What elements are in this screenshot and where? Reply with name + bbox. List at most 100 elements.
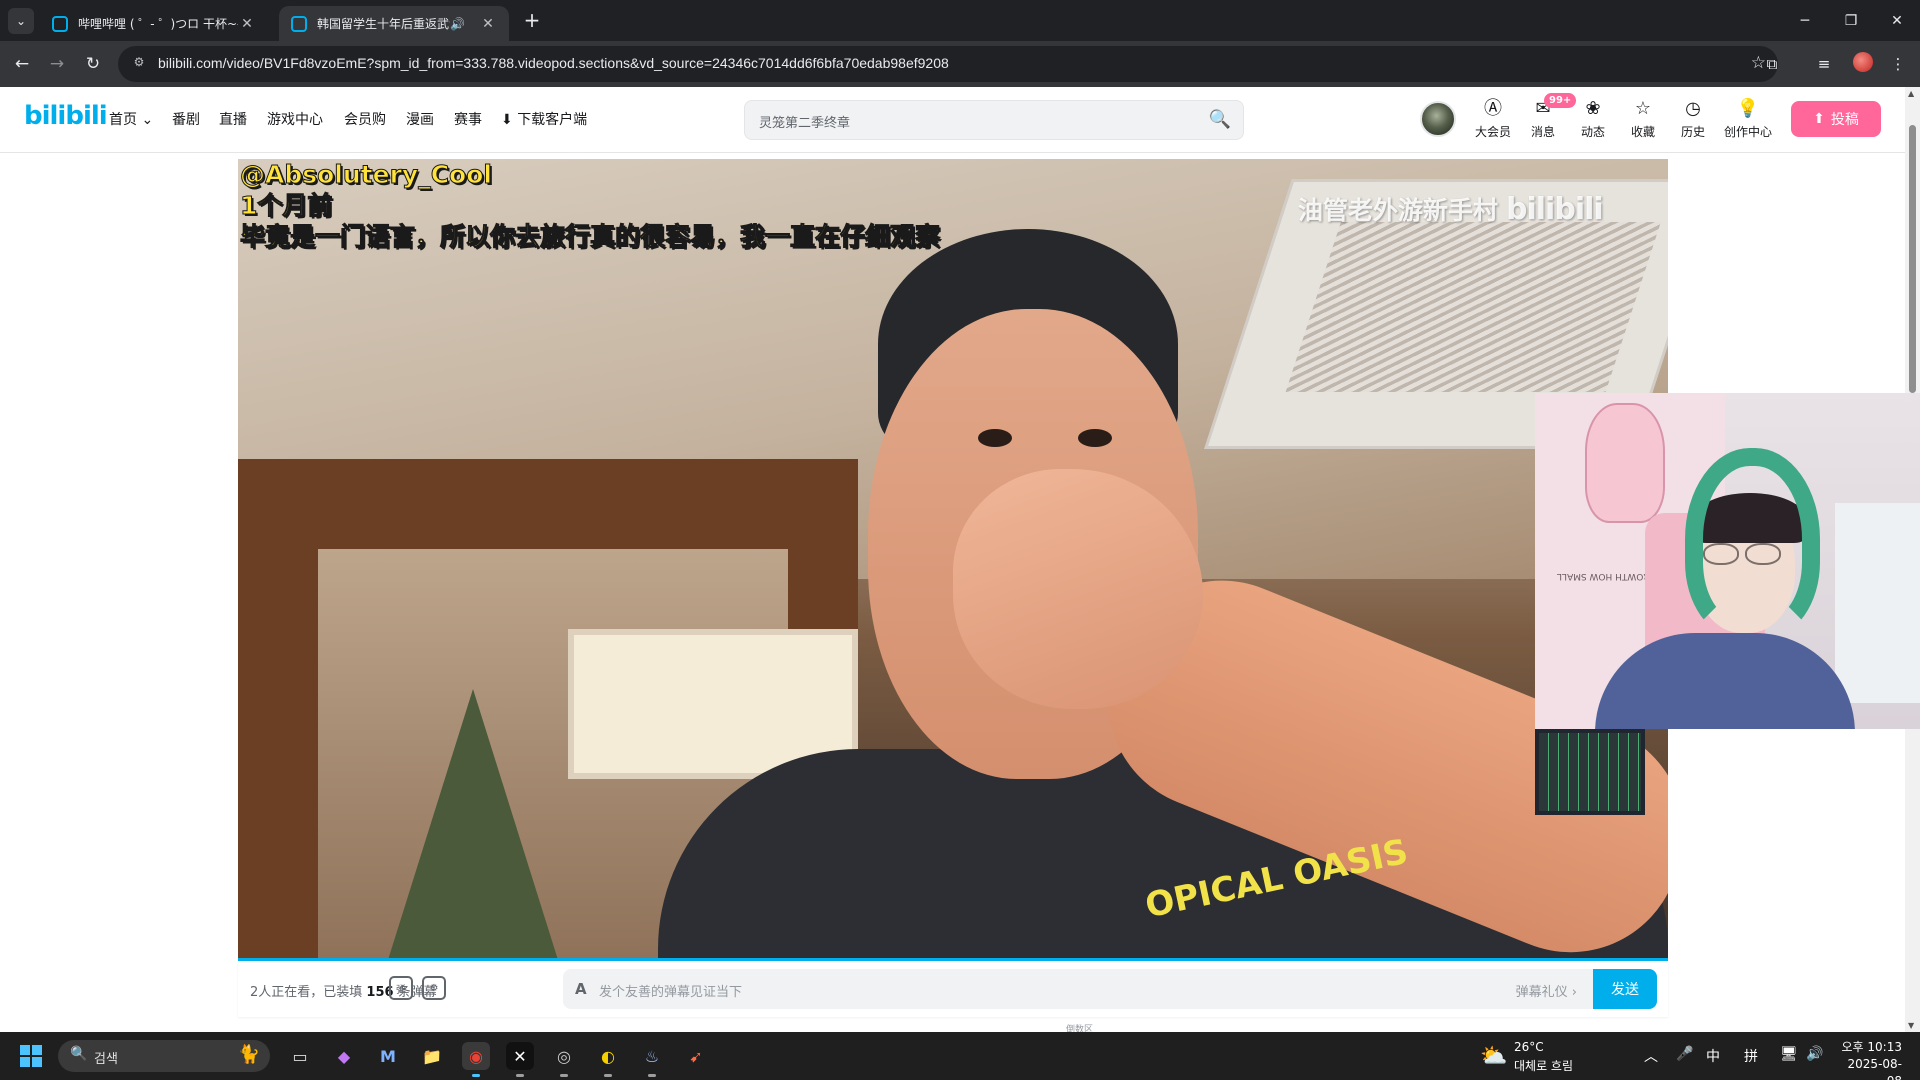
nav-download-client[interactable]: ⬇ 下载客户端 [501,109,587,129]
danmaku-placeholder: 发个友善的弹幕见证当下 [599,985,743,1000]
capcut-icon[interactable]: ✕ [506,1042,534,1070]
search-icon[interactable]: 🔍 [1209,109,1231,130]
video-subtitle: @Absolutery_Cool 1个月前 毕竟是一门语言，所以你去旅行真的很容… [239,159,941,252]
address-bar[interactable]: ⚙ bilibili.com/video/BV1Fd8vzoEmE?spm_id… [118,46,1778,82]
nav-esports[interactable]: 赛事 [454,109,482,129]
ime-chinese-icon[interactable]: 中 [1706,1046,1720,1066]
download-icon: ⬇ [501,112,513,128]
subtitle-line: @Absolutery_Cool [239,160,492,190]
header-creator-center[interactable]: 💡 创作中心 [1720,99,1776,140]
bilibili-logo[interactable]: bilibili [24,101,108,131]
danmaku-send-button[interactable]: 发送 [1593,969,1657,1009]
nav-manga[interactable]: 漫画 [406,109,434,129]
bilibili-tab-icon [291,15,307,32]
nav-anime[interactable]: 番剧 [172,109,200,129]
app-red-icon[interactable]: ➹ [682,1042,710,1070]
nav-game-center[interactable]: 游戏中心 [267,109,323,129]
minimize-button[interactable]: ─ [1782,0,1828,41]
taskbar-search[interactable]: 🔍 검색 🐈 [58,1040,270,1072]
m365-icon[interactable]: M [374,1042,402,1070]
subtitle-line: 1个月前 [239,191,333,221]
header-vip[interactable]: Ⓐ 大会员 [1468,99,1518,140]
windows-start-icon[interactable] [20,1045,42,1067]
search-box[interactable]: 灵笼第二季终章 🔍 [744,100,1244,140]
danmaku-style-icon[interactable]: A [575,980,587,998]
running-app-indicator [560,1074,568,1077]
search-input[interactable]: 灵笼第二季终章 [759,112,850,131]
header-favorites[interactable]: ☆ 收藏 [1618,99,1668,140]
site-info-icon[interactable]: ⚙ [130,55,148,73]
danmaku-settings-icon[interactable]: ⚙ [422,976,446,1000]
video-player[interactable]: OPICAL OASIS @Absolutery_Cool 1个月前 毕竟是一门… [238,159,1668,960]
browser-menu-icon[interactable]: ⋮ [1886,52,1910,76]
header-dynamics[interactable]: ❀ 动态 [1568,99,1618,140]
ime-pinyin-icon[interactable]: 拼 [1744,1046,1758,1066]
header-entry-label: 收藏 [1630,125,1655,139]
task-view-icon[interactable]: ▭ [286,1042,314,1070]
tab-video-active[interactable]: 韩国留学生十年后重返武汉 🔊 ✕ [279,6,509,41]
back-button[interactable]: ← [10,52,34,76]
restore-button[interactable]: ❐ [1828,0,1874,41]
nav-member-shop[interactable]: 会员购 [344,109,386,129]
nav-live[interactable]: 直播 [219,109,247,129]
webcam-overlay: S GROWTH HOW SMALL [1535,393,1920,729]
steam-icon[interactable]: ♨ [638,1042,666,1070]
upload-button[interactable]: ⬆ 投稿 [1791,101,1881,137]
nav-home-label: 首页 [109,112,137,128]
tab-list-button[interactable]: ⌄ [8,8,34,34]
search-icon: 🔍 [70,1046,88,1062]
tab-title: 哔哩哔哩 ( ゜- ゜)つロ 干杯~-bi [78,17,238,31]
volume-icon[interactable]: 🔊 [1806,1046,1823,1062]
taskbar-clock[interactable]: 오후 10:13 2025-08-08 [1838,1039,1902,1090]
bilibili-tab-icon [52,15,68,32]
danmaku-etiquette-link[interactable]: 弹幕礼仪 › [1516,981,1577,1000]
tab-close-icon[interactable]: ✕ [238,16,256,32]
keyboard-cam-overlay [1535,729,1645,815]
tray-overflow-icon[interactable]: ︿ [1644,1046,1658,1066]
clock-date: 2025-08-08 [1847,1057,1902,1088]
running-app-indicator [604,1074,612,1077]
microphone-icon[interactable]: 🎤 [1676,1046,1693,1062]
extensions-icon[interactable]: ⧉ [1760,52,1784,76]
new-tab-button[interactable]: + [520,9,544,33]
dynamics-icon: ❀ [1585,98,1601,119]
forward-button[interactable]: → [45,52,69,76]
scroll-down-arrow-icon[interactable]: ▼ [1908,1021,1914,1030]
file-explorer-icon[interactable]: 📁 [418,1042,446,1070]
browser-toolbar: ← → ↻ ⚙ bilibili.com/video/BV1Fd8vzoEmE?… [0,41,1920,87]
webcam-bg-window [1835,503,1920,703]
tab-close-icon[interactable]: ✕ [479,16,497,32]
reload-button[interactable]: ↻ [81,52,105,76]
url-text[interactable]: bilibili.com/video/BV1Fd8vzoEmE?spm_id_f… [158,55,949,71]
copilot-icon[interactable]: ◆ [330,1042,358,1070]
scrollbar-thumb[interactable] [1909,125,1916,393]
header-entry-label: 大会员 [1474,125,1511,139]
profile-avatar-icon[interactable] [1853,52,1873,72]
lightbulb-icon: 💡 [1736,98,1760,119]
obs-icon[interactable]: ◎ [550,1042,578,1070]
danmaku-toggle-icon[interactable]: 弹 [389,976,413,1000]
running-app-indicator [648,1074,656,1077]
windows-taskbar: 🔍 검색 🐈 ▭ ◆ M 📁 ◉ ✕ ◎ ◐ ♨ ➹ ⛅ 26°C 대체로 흐림… [0,1032,1920,1088]
nav-home[interactable]: 首页 ⌄ [109,109,153,129]
scroll-up-arrow-icon[interactable]: ▲ [1908,89,1914,98]
chrome-icon[interactable]: ◉ [462,1042,490,1070]
audio-playing-icon[interactable]: 🔊 [450,17,465,31]
network-icon[interactable]: 🖥 [1780,1046,1798,1062]
running-app-indicator [516,1074,524,1077]
chevron-down-icon: ⌄ [141,112,154,128]
user-avatar[interactable] [1420,101,1456,137]
subtitle-line: 毕竟是一门语言，所以你去旅行真的很容易，我一直在仔细观察 [239,222,941,252]
danmaku-input[interactable]: A 发个友善的弹幕见证当下 弹幕礼仪 › [563,969,1593,1009]
upload-icon: ⬆ [1813,111,1825,127]
media-control-icon[interactable]: ≡ [1812,52,1836,76]
app-yellow-circle-icon[interactable]: ◐ [594,1042,622,1070]
search-highlight-icon: 🐈 [237,1044,260,1065]
active-app-indicator [472,1074,480,1077]
nav-download-label: 下载客户端 [517,112,588,128]
tab-bilibili-home[interactable]: 哔哩哔哩 ( ゜- ゜)つロ 干杯~-bi ✕ [40,6,268,41]
close-window-button[interactable]: ✕ [1874,0,1920,41]
header-history[interactable]: ◷ 历史 [1668,99,1718,140]
watermark-text: 油管老外游新手村 [1298,196,1499,225]
video-watermark: 油管老外游新手村 bilibili [1298,191,1604,227]
